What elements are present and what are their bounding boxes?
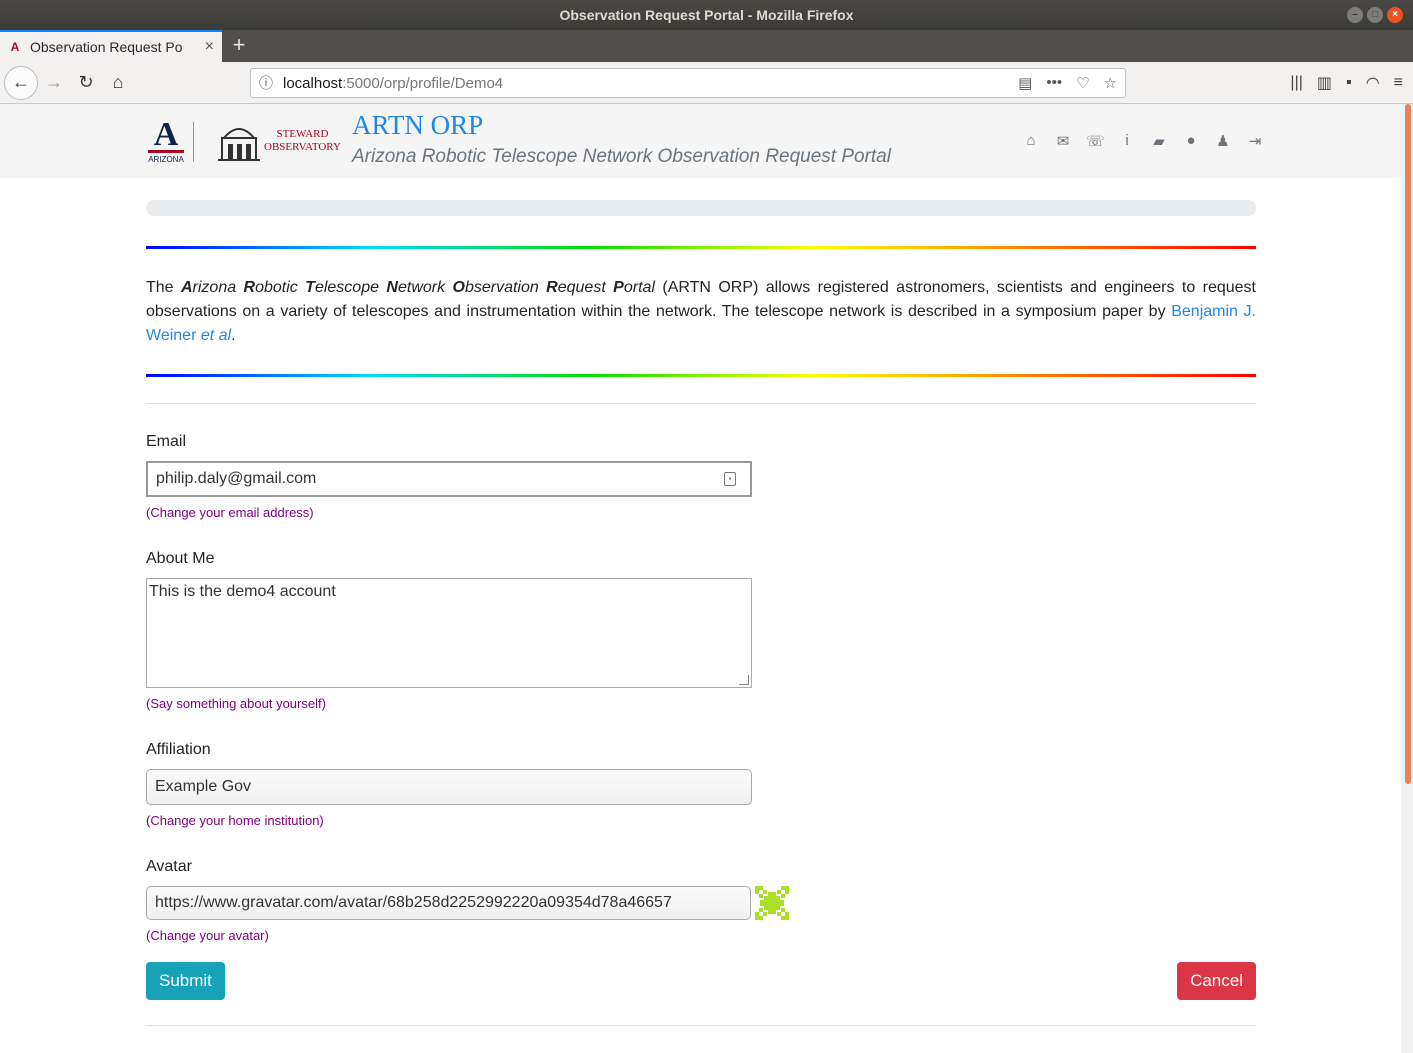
envelope-icon[interactable]: ✉ xyxy=(1054,132,1072,150)
site-subtitle: Arizona Robotic Telescope Network Observ… xyxy=(352,146,891,167)
cancel-button[interactable]: Cancel xyxy=(1177,962,1256,1000)
url-host: localhost xyxy=(283,74,343,92)
page-viewport: A ARIZONA STEWARD OBSERVATORY ARTN ORP A… xyxy=(0,104,1413,1053)
info-icon[interactable]: i xyxy=(1118,132,1136,150)
rainbow-divider xyxy=(146,374,1256,377)
arizona-a-icon: A xyxy=(148,118,184,153)
close-tab-icon[interactable]: × xyxy=(205,38,214,56)
scrollbar-thumb[interactable] xyxy=(1405,104,1411,784)
avatar-value: https://www.gravatar.com/avatar/68b258d2… xyxy=(155,894,672,911)
url-bar[interactable]: ⓘ localhost:5000/orp/profile/Demo4 ▤ •••… xyxy=(250,68,1126,98)
intro-paragraph: The Arizona Robotic Telescope Network Ob… xyxy=(146,279,1257,344)
about-help: (Say something about yourself) xyxy=(146,696,326,711)
affiliation-label: Affiliation xyxy=(146,741,211,758)
about-me-textarea[interactable]: This is the demo4 account xyxy=(146,578,752,688)
menu-icon[interactable]: ≡ xyxy=(1394,74,1403,92)
logo-divider xyxy=(193,122,194,162)
divider xyxy=(146,1025,1256,1026)
progress-bar xyxy=(146,200,1256,216)
profile-form: Email philip.daly@gmail.com ▪ (Change yo… xyxy=(146,433,1256,1000)
divider xyxy=(146,403,1256,404)
submit-button[interactable]: Submit xyxy=(146,962,225,1000)
tab-strip: A Observation Request Po × + xyxy=(0,30,1413,62)
extension-icon[interactable]: ▪ xyxy=(1346,74,1352,92)
steward-line1: STEWARD xyxy=(276,128,329,140)
rainbow-divider xyxy=(146,246,1256,249)
nav-toolbar: ← → ↻ ⌂ ⓘ localhost:5000/orp/profile/Dem… xyxy=(0,62,1413,104)
avatar-help: (Change your avatar) xyxy=(146,928,269,943)
close-window-button[interactable]: × xyxy=(1387,7,1403,23)
avatar-field[interactable]: https://www.gravatar.com/avatar/68b258d2… xyxy=(146,886,751,920)
reader-view-icon[interactable]: ▤ xyxy=(1018,74,1032,92)
steward-line2: OBSERVATORY xyxy=(264,141,341,153)
browser-tab[interactable]: A Observation Request Po × xyxy=(0,30,222,62)
window-titlebar: Observation Request Portal - Mozilla Fir… xyxy=(0,0,1413,30)
tab-title: Observation Request Po xyxy=(30,39,183,55)
affiliation-value: Example Gov xyxy=(155,778,252,795)
about-value: This is the demo4 account xyxy=(149,583,336,600)
autofill-icon[interactable]: ▪ xyxy=(724,472,736,486)
site-info-icon[interactable]: ⓘ xyxy=(259,73,273,93)
page-actions-icon[interactable]: ••• xyxy=(1046,74,1062,92)
arizona-caption: ARIZONA xyxy=(148,155,184,164)
page-scrollbar[interactable] xyxy=(1401,104,1413,1053)
university-of-arizona-logo[interactable]: A ARIZONA xyxy=(148,118,184,164)
library-icon[interactable]: ||| xyxy=(1290,74,1302,92)
url-path: :5000/orp/profile/Demo4 xyxy=(342,74,504,92)
email-help: (Change your email address) xyxy=(146,505,314,520)
resize-handle-icon[interactable] xyxy=(739,675,749,685)
minimize-button[interactable]: – xyxy=(1347,7,1363,23)
site-header: A ARIZONA STEWARD OBSERVATORY ARTN ORP A… xyxy=(0,104,1413,178)
bookmark-star-icon[interactable]: ☆ xyxy=(1104,74,1117,92)
reload-button[interactable]: ↻ xyxy=(70,67,102,99)
forward-button[interactable]: → xyxy=(38,67,70,99)
main-content: The Arizona Robotic Telescope Network Ob… xyxy=(146,200,1256,1026)
steward-observatory-logo[interactable]: STEWARD OBSERVATORY xyxy=(264,128,341,154)
affiliation-field[interactable]: Example Gov xyxy=(146,769,752,805)
sidebar-icon[interactable]: ▥ xyxy=(1317,73,1332,93)
header-nav: ⌂ ✉ ☏ i ▰ ● ♟ ⇥ xyxy=(1022,132,1264,150)
avatar-image xyxy=(755,886,789,920)
arizona-favicon-icon: A xyxy=(10,40,20,54)
form-buttons: Submit Cancel xyxy=(146,962,1256,1000)
observatory-building-icon xyxy=(218,128,260,161)
site-title[interactable]: ARTN ORP xyxy=(352,110,483,141)
maximize-button[interactable]: □ xyxy=(1367,7,1383,23)
sign-out-icon[interactable]: ⇥ xyxy=(1246,132,1264,150)
comments-icon[interactable]: ● xyxy=(1182,132,1200,150)
about-label: About Me xyxy=(146,550,215,567)
affiliation-help: (Change your home institution) xyxy=(146,813,324,828)
pocket-icon[interactable]: ♡ xyxy=(1076,74,1089,92)
user-icon[interactable]: ♟ xyxy=(1214,132,1232,150)
avatar-row: https://www.gravatar.com/avatar/68b258d2… xyxy=(146,886,1256,920)
avatar-label: Avatar xyxy=(146,858,192,875)
home-icon[interactable]: ⌂ xyxy=(1022,132,1040,150)
new-tab-button[interactable]: + xyxy=(222,30,256,62)
email-label: Email xyxy=(146,433,187,450)
back-button[interactable]: ← xyxy=(4,65,38,100)
window-controls: – □ × xyxy=(1347,7,1403,23)
account-icon[interactable]: ◠ xyxy=(1366,73,1380,93)
email-field[interactable]: philip.daly@gmail.com ▪ xyxy=(146,461,752,497)
email-value: philip.daly@gmail.com xyxy=(156,470,317,487)
home-button[interactable]: ⌂ xyxy=(102,67,134,99)
book-icon[interactable]: ▰ xyxy=(1150,132,1168,150)
phone-icon[interactable]: ☏ xyxy=(1086,132,1105,150)
window-title: Observation Request Portal - Mozilla Fir… xyxy=(559,7,854,23)
